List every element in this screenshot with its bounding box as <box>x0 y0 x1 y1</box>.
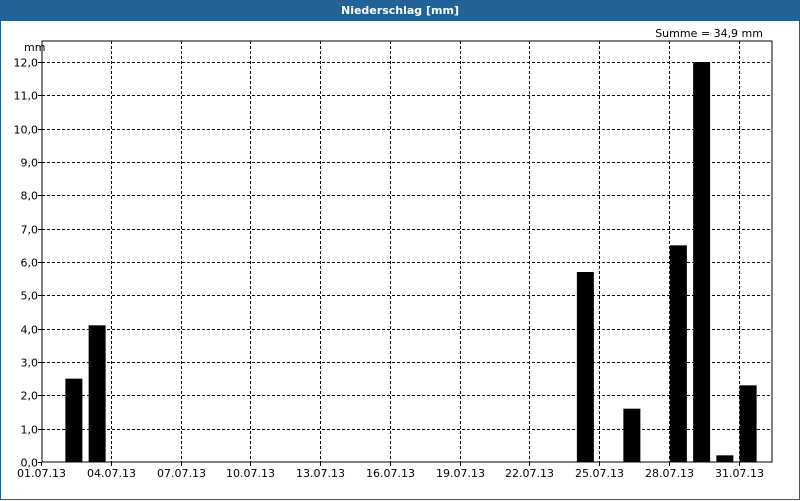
x-tick-label: 13.07.13 <box>296 467 345 480</box>
x-tick-label: 28.07.13 <box>645 467 694 480</box>
y-tick-label: 2,0 <box>21 390 39 403</box>
x-tick-label: 04.07.13 <box>87 467 136 480</box>
bar <box>739 385 757 462</box>
chart-window: Niederschlag [mm] Summe = 34,9 mm 0,0 1,0… <box>0 0 800 500</box>
y-tick-label: 7,0 <box>21 224 39 237</box>
x-tick-label: 16.07.13 <box>366 467 415 480</box>
bar <box>65 378 83 462</box>
y-tick-label: 3,0 <box>21 357 39 370</box>
bar <box>669 245 687 462</box>
x-tick-label: 25.07.13 <box>575 467 624 480</box>
bar <box>623 408 641 462</box>
y-tick-label: 9,0 <box>21 157 39 170</box>
y-tick-label: 5,0 <box>21 290 39 303</box>
y-tick-label: 6,0 <box>21 257 39 270</box>
bar <box>716 455 734 462</box>
y-tick-label: 12,0 <box>14 57 39 70</box>
precipitation-chart: 0,01,02,03,04,05,06,07,08,09,010,011,012… <box>14 40 773 480</box>
y-tick-label: 11,0 <box>14 90 39 103</box>
y-tick-label: 8,0 <box>21 190 39 203</box>
bar <box>693 62 711 462</box>
x-tick-label: 10.07.13 <box>226 467 275 480</box>
x-tick-label: 19.07.13 <box>436 467 485 480</box>
x-tick-label: 07.07.13 <box>157 467 206 480</box>
y-tick-label: 1,0 <box>21 424 39 437</box>
bar <box>576 272 594 462</box>
x-tick-label: 22.07.13 <box>505 467 554 480</box>
plot-area <box>41 40 773 463</box>
y-axis-unit: mm <box>24 41 45 54</box>
y-tick-label: 10,0 <box>14 124 39 137</box>
y-tick-label: 4,0 <box>21 324 39 337</box>
bar <box>88 325 106 462</box>
x-tick-label: 01.07.13 <box>17 467 66 480</box>
x-tick-label: 31.07.13 <box>715 467 764 480</box>
